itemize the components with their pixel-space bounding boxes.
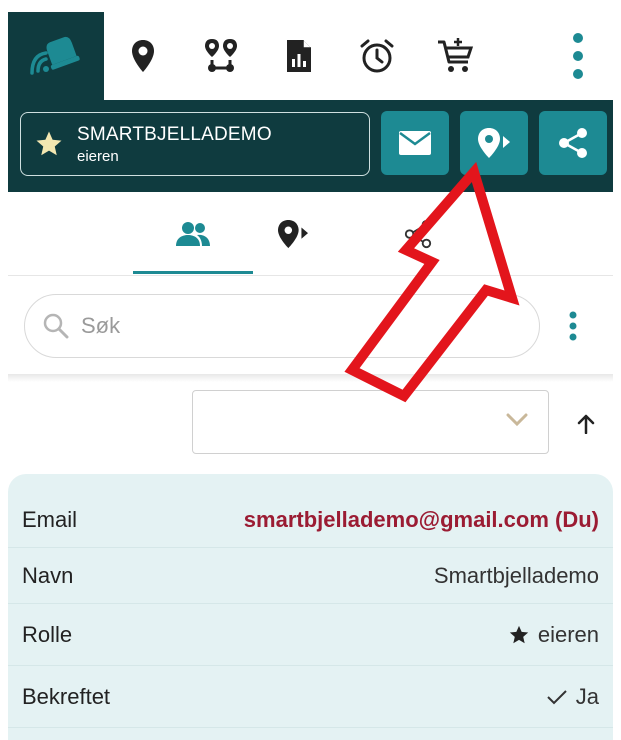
report-button[interactable] xyxy=(260,12,338,100)
route-icon xyxy=(205,39,237,72)
row-label: Bekreftet xyxy=(22,683,111,709)
search-input[interactable] xyxy=(81,313,481,339)
location-share-button[interactable] xyxy=(460,111,528,175)
section-divider xyxy=(8,374,613,382)
group-name: SMARTBJELLADEMO xyxy=(77,123,272,145)
active-tab-indicator xyxy=(133,271,253,274)
group-role: eieren xyxy=(77,147,119,165)
sort-direction-button[interactable] xyxy=(568,406,604,442)
report-icon xyxy=(287,40,311,72)
role-value: eieren xyxy=(508,622,599,648)
location-pin-icon xyxy=(132,40,154,72)
role-text: eieren xyxy=(537,621,599,647)
search-field[interactable] xyxy=(24,294,540,358)
app-frame: SMARTBJELLADEMO eieren Søk Email smartbj… xyxy=(8,12,613,740)
chevron-down-icon xyxy=(506,413,528,427)
group-header: SMARTBJELLADEMO eieren xyxy=(8,100,613,192)
search-icon xyxy=(43,313,69,339)
alarm-button[interactable] xyxy=(338,12,416,100)
route-button[interactable] xyxy=(182,12,260,100)
users-icon xyxy=(176,222,210,246)
group-star xyxy=(21,129,77,159)
row-label: Email xyxy=(22,506,78,532)
star-icon xyxy=(36,131,62,156)
sort-select[interactable] xyxy=(192,390,549,454)
email-value: smartbjellademo@gmail.com (Du) xyxy=(243,506,599,532)
alarm-clock-icon xyxy=(360,39,394,73)
location-share-icon xyxy=(478,128,510,158)
more-menu-button[interactable] xyxy=(543,12,613,100)
name-value: Smartbjellademo xyxy=(433,562,599,588)
map-button[interactable] xyxy=(104,12,182,100)
more-vertical-icon xyxy=(569,311,577,341)
tab-location-share[interactable] xyxy=(233,192,353,276)
share-icon xyxy=(404,219,432,249)
cart-add-button[interactable] xyxy=(416,12,494,100)
location-share-icon xyxy=(278,219,308,249)
share-button[interactable] xyxy=(539,111,607,175)
group-text: SMARTBJELLADEMO eieren xyxy=(77,124,272,165)
member-row-role: Rolle eieren xyxy=(8,604,613,666)
confirmed-value: Ja xyxy=(546,684,599,710)
tab-bar xyxy=(8,192,613,276)
arrow-up-icon xyxy=(577,414,595,434)
mail-button[interactable] xyxy=(381,111,449,175)
mail-icon xyxy=(399,131,431,155)
check-icon xyxy=(546,688,568,706)
tabs-divider xyxy=(8,275,613,276)
star-icon xyxy=(508,624,530,646)
bell-signal-icon xyxy=(30,36,80,75)
search-options-button[interactable] xyxy=(553,302,593,350)
share-icon xyxy=(559,128,587,158)
row-label: Rolle xyxy=(22,621,73,647)
tab-share[interactable] xyxy=(358,192,478,276)
cart-add-icon xyxy=(438,38,474,72)
member-row-name: Navn Smartbjellademo xyxy=(8,548,613,604)
member-card[interactable]: Email smartbjellademo@gmail.com (Du) Nav… xyxy=(8,474,613,740)
member-row-email: Email smartbjellademo@gmail.com (Du) xyxy=(8,492,613,548)
top-toolbar xyxy=(8,12,613,100)
confirmed-text: Ja xyxy=(575,683,599,709)
row-label: Navn xyxy=(22,562,74,588)
member-row-confirmed: Bekreftet Ja xyxy=(8,666,613,728)
more-vertical-icon xyxy=(573,33,583,79)
app-logo[interactable] xyxy=(8,12,104,100)
group-selector[interactable]: SMARTBJELLADEMO eieren xyxy=(20,112,370,176)
